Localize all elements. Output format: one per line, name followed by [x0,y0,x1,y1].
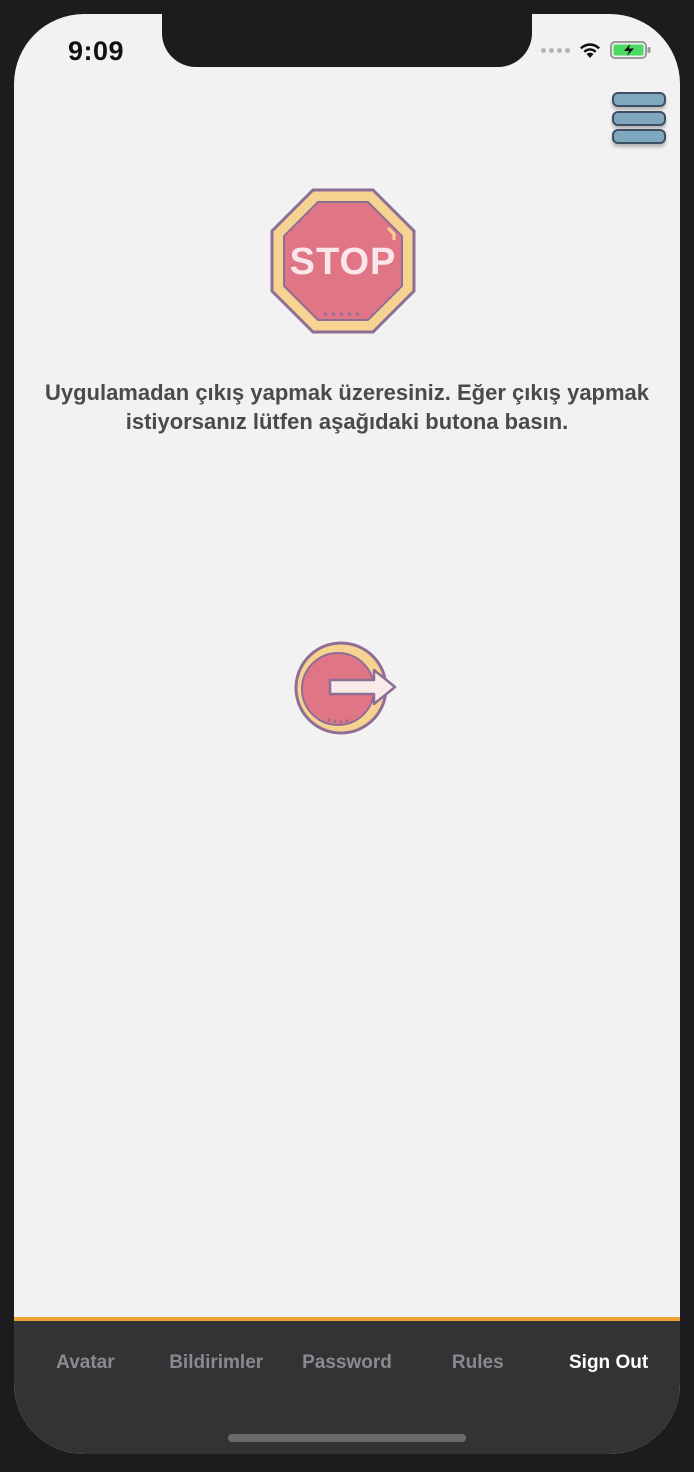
home-indicator[interactable] [228,1434,466,1442]
menu-bar [612,110,666,126]
signal-icon [541,47,570,53]
tab-bar: Avatar Bildirimler Password Rules Sign O… [14,1317,680,1454]
menu-bar [612,92,666,107]
status-time: 9:09 [68,36,125,66]
notch [162,14,532,67]
status-indicators [541,40,652,60]
tab-list: Avatar Bildirimler Password Rules Sign O… [14,1321,680,1405]
menu-bar [612,129,666,144]
battery-charging-icon [610,41,651,59]
wifi-icon [580,43,600,58]
menu-button[interactable] [612,92,666,144]
tab-avatar[interactable]: Avatar [20,1352,151,1374]
phone-screen: 9:09 STOP Uygulamadan çıkış yapmak üzere… [14,14,680,1454]
stop-text: STOP [290,241,397,283]
tab-rules[interactable]: Rules [412,1352,543,1374]
tab-sign-out[interactable]: Sign Out [543,1352,674,1374]
tab-bildirimler[interactable]: Bildirimler [151,1352,282,1374]
stop-sign-icon: STOP [270,188,416,334]
tab-password[interactable]: Password [282,1352,413,1374]
sign-out-button[interactable] [294,640,400,738]
signout-message: Uygulamadan çıkış yapmak üzeresiniz. Eğe… [44,380,650,434]
